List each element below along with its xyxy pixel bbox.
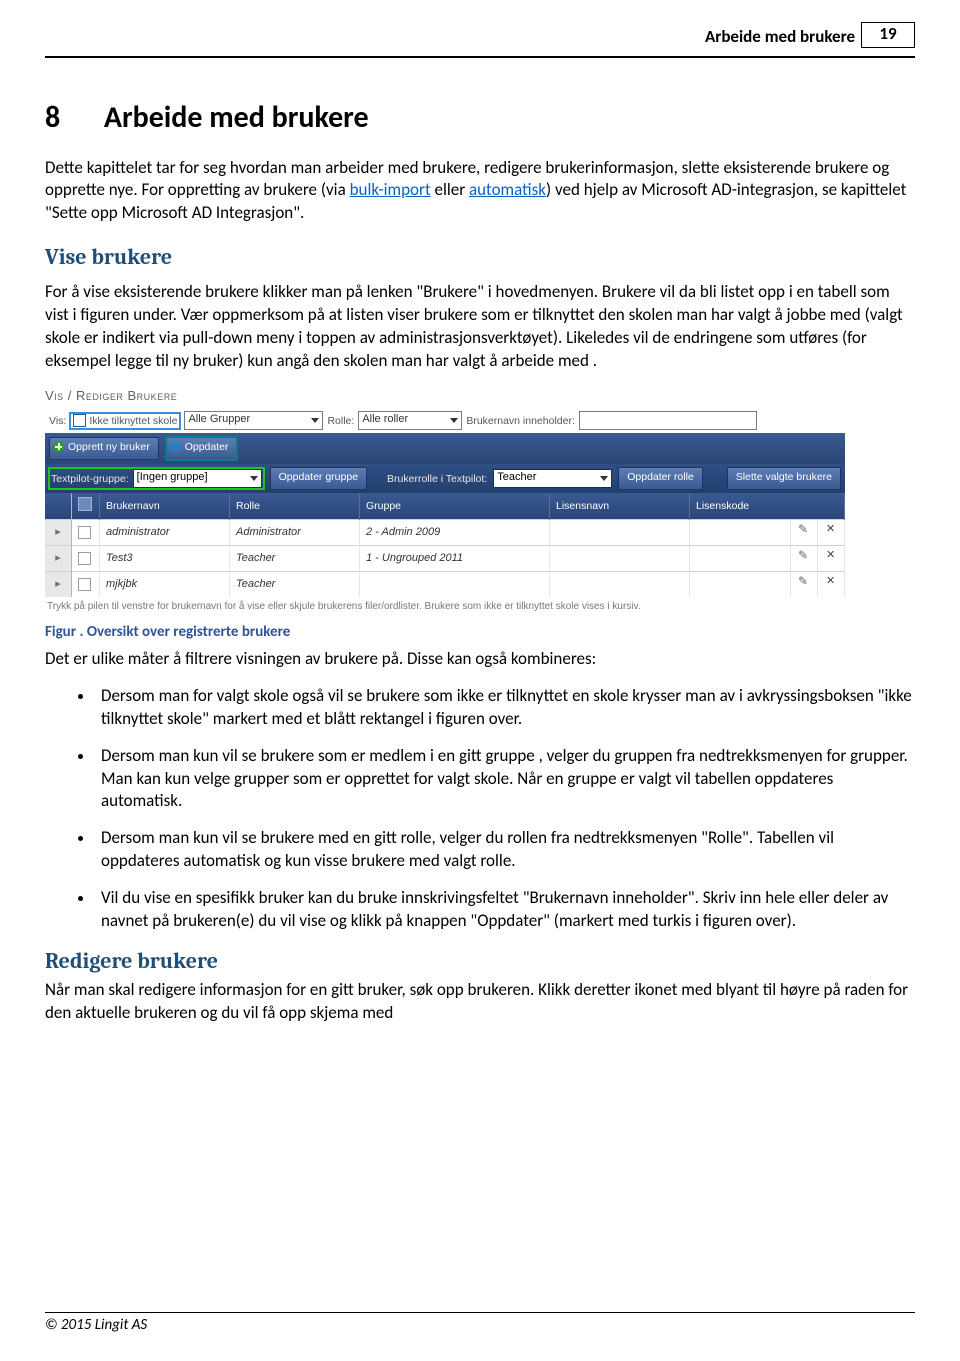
label-role: Rolle:: [327, 414, 354, 428]
cell-group: 2 - Admin 2009: [360, 520, 550, 546]
input-username-contains[interactable]: [579, 411, 757, 430]
select-textpilot-group[interactable]: [Ingen gruppe]: [133, 469, 262, 488]
page-header: Arbeide med brukere 19: [45, 24, 915, 58]
table-row: ▸ administrator Administrator 2 - Admin …: [45, 520, 845, 546]
bullet-item: Dersom man kun vil se brukere som er med…: [95, 745, 915, 814]
filter-bullets: Dersom man for valgt skole også vil se b…: [45, 685, 915, 933]
label-textpilot-role: Brukerrolle i Textpilot:: [387, 472, 487, 486]
btn-update-role[interactable]: Oppdater rolle: [618, 467, 703, 490]
table-header-row: Brukernavn Rolle Gruppe Lisensnavn Lisen…: [45, 493, 845, 520]
filter-intro: Det er ulike måter å filtrere visningen …: [45, 648, 915, 671]
checkbox-not-attached-school[interactable]: [73, 414, 86, 427]
cell-role: Teacher: [230, 546, 360, 572]
ui-action-bar-2: Textpilot-gruppe: [Ingen gruppe] Oppdate…: [45, 464, 845, 493]
delete-icon[interactable]: [824, 575, 838, 589]
col-group[interactable]: Gruppe: [360, 493, 550, 520]
label-not-attached-school: Ikke tilknyttet skole: [89, 414, 177, 428]
cell-username: mjkjbk: [100, 572, 230, 597]
col-liccode[interactable]: Lisenskode: [690, 493, 845, 520]
row-expand[interactable]: ▸: [45, 520, 72, 546]
bullet-item: Dersom man for valgt skole også vil se b…: [95, 685, 915, 731]
delete-icon[interactable]: [824, 523, 838, 537]
col-role[interactable]: Rolle: [230, 493, 360, 520]
select-group[interactable]: Alle Grupper: [184, 411, 323, 430]
intro-text: eller: [431, 179, 469, 200]
row-checkbox[interactable]: [78, 526, 91, 539]
row-checkbox[interactable]: [78, 578, 91, 591]
table-row: ▸ mjkjbk Teacher: [45, 572, 845, 597]
col-username[interactable]: Brukernavn: [100, 493, 230, 520]
ui-filter-row: Vis: Ikke tilknyttet skole Alle Grupper …: [45, 408, 845, 433]
label-username-contains: Brukernavn inneholder:: [466, 414, 575, 428]
link-automatisk[interactable]: automatisk: [469, 179, 546, 200]
label-textpilot-group: Textpilot-gruppe:: [51, 472, 129, 486]
users-table: Brukernavn Rolle Gruppe Lisensnavn Lisen…: [45, 493, 845, 597]
chapter-number: 8: [45, 98, 100, 139]
row-expand[interactable]: ▸: [45, 546, 72, 572]
ui-panel-title: Vis / Rediger Brukere: [45, 387, 845, 405]
link-bulk-import[interactable]: bulk-import: [350, 179, 431, 200]
bullet-item: Dersom man kun vil se brukere med en git…: [95, 827, 915, 873]
ui-hint-text: Trykk på pilen til venstre for brukernav…: [45, 597, 845, 614]
col-select[interactable]: [72, 493, 100, 520]
delete-icon[interactable]: [824, 549, 838, 563]
btn-refresh[interactable]: Oppdater: [165, 436, 239, 461]
cell-username: administrator: [100, 520, 230, 546]
plus-icon: [53, 441, 64, 452]
cell-group: 1 - Ungrouped 2011: [360, 546, 550, 572]
vise-brukere-body: For å vise eksisterende brukere klikker …: [45, 281, 915, 373]
header-section-title: Arbeide med brukere: [705, 26, 855, 49]
select-textpilot-role[interactable]: Teacher: [493, 469, 612, 488]
cell-role: Teacher: [230, 572, 360, 597]
redigere-brukere-body: Når man skal redigere informasjon for en…: [45, 979, 915, 1025]
figure-user-admin: Vis / Rediger Brukere Vis: Ikke tilknytt…: [45, 387, 845, 614]
btn-new-user[interactable]: Opprett ny bruker: [49, 437, 159, 460]
edit-icon[interactable]: [797, 575, 811, 589]
label-vis: Vis:: [49, 414, 66, 428]
bullet-item: Vil du vise en spesifikk bruker kan du b…: [95, 887, 915, 933]
btn-update-group[interactable]: Oppdater gruppe: [270, 467, 367, 490]
table-row: ▸ Test3 Teacher 1 - Ungrouped 2011: [45, 546, 845, 572]
subheading-vise-brukere: Vise brukere: [45, 243, 915, 273]
footer-copyright: © 2015 Lingit AS: [45, 1312, 915, 1335]
header-page-number: 19: [861, 22, 915, 48]
cell-role: Administrator: [230, 520, 360, 546]
edit-icon[interactable]: [797, 549, 811, 563]
cell-username: Test3: [100, 546, 230, 572]
col-licname[interactable]: Lisensnavn: [550, 493, 690, 520]
intro-paragraph: Dette kapittelet tar for seg hvordan man…: [45, 157, 915, 226]
row-checkbox[interactable]: [78, 552, 91, 565]
figure-caption: Figur . Oversikt over registrerte bruker…: [45, 622, 915, 642]
header-rule: [45, 56, 915, 58]
chapter-title: Arbeide med brukere: [104, 98, 369, 139]
refresh-icon: [170, 441, 181, 452]
page-footer: © 2015 Lingit AS: [45, 1312, 915, 1335]
subheading-redigere-brukere: Redigere brukere: [45, 947, 915, 977]
btn-delete-selected[interactable]: Slette valgte brukere: [727, 467, 841, 490]
cell-group: [360, 572, 550, 597]
ui-action-bar-1: Opprett ny bruker Oppdater: [45, 433, 845, 464]
select-role[interactable]: Alle roller: [358, 411, 462, 430]
edit-icon[interactable]: [797, 523, 811, 537]
row-expand[interactable]: ▸: [45, 572, 72, 597]
